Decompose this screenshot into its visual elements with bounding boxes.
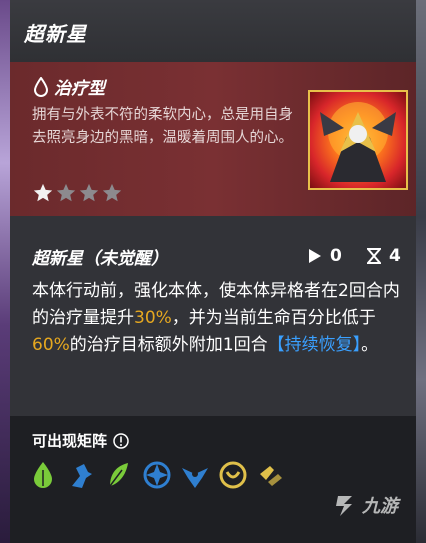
character-detail-panel: 超新星 治疗型 拥有与外表不符的柔软内心，总是用自身去照亮身边的黑暗，温暖着周围… xyxy=(10,0,416,543)
background-art-left xyxy=(0,0,10,543)
skill-name: 超新星（未觉醒） xyxy=(32,249,168,269)
star-empty-icon xyxy=(102,183,122,202)
shield-crest-icon[interactable] xyxy=(218,460,248,490)
background-art-right xyxy=(416,0,426,543)
skill-text-part: 。 xyxy=(361,335,379,355)
winged-emblem-icon[interactable] xyxy=(180,460,210,490)
type-label: 治疗型 xyxy=(54,79,105,99)
matrix-icon-list xyxy=(28,460,286,490)
skill-text-part: ，并为当前生命百分比低于 xyxy=(171,308,376,328)
matrix-footer: 可出现矩阵 xyxy=(10,416,416,543)
play-icon xyxy=(309,249,321,263)
star-empty-icon xyxy=(79,183,99,202)
watermark-logo-icon xyxy=(336,496,352,516)
character-card: 治疗型 拥有与外表不符的柔软内心，总是用自身去照亮身边的黑暗，温暖着周围人的心。 xyxy=(10,62,416,216)
hourglass-icon xyxy=(367,248,381,264)
heal-bonus-value: 30% xyxy=(134,308,172,328)
panel-header: 超新星 xyxy=(10,0,416,62)
leaf-drop-icon[interactable] xyxy=(28,460,58,490)
watermark: 九游 xyxy=(332,492,398,518)
portrait-art xyxy=(320,102,396,182)
page-title: 超新星 xyxy=(24,22,87,46)
matrix-title-row: 可出现矩阵 xyxy=(32,430,129,451)
star-empty-icon xyxy=(56,183,76,202)
cooldown-stat: 4 xyxy=(367,246,401,266)
hp-threshold-value: 60% xyxy=(32,335,70,355)
matrix-title: 可出现矩阵 xyxy=(32,432,108,450)
character-portrait[interactable] xyxy=(308,90,408,190)
skill-section: 超新星（未觉醒） 0 4 本体行动前，强化本体，使本体异格者在2回合内的治疗量提… xyxy=(10,216,416,416)
rarity-stars xyxy=(32,182,123,204)
scroll-icon[interactable] xyxy=(256,460,286,490)
info-icon[interactable] xyxy=(113,432,129,449)
play-stat: 0 xyxy=(308,246,342,266)
character-description: 拥有与外表不符的柔软内心，总是用自身去照亮身边的黑暗，温暖着周围人的心。 xyxy=(32,107,293,146)
watermark-text: 九游 xyxy=(362,496,398,517)
skill-description: 本体行动前，强化本体，使本体异格者在2回合内的治疗量提升30%，并为当前生命百分… xyxy=(32,278,404,359)
compass-star-icon[interactable] xyxy=(142,460,172,490)
runner-icon[interactable] xyxy=(66,460,96,490)
play-value: 0 xyxy=(330,246,342,266)
keyword-link[interactable]: 【持续恢复】 xyxy=(268,335,362,355)
type-row: 治疗型 xyxy=(32,74,105,99)
skill-text-part: 的治疗目标额外附加1回合 xyxy=(69,335,268,355)
cooldown-value: 4 xyxy=(389,246,401,266)
feather-icon[interactable] xyxy=(104,460,134,490)
water-drop-icon xyxy=(33,76,49,97)
star-filled-icon xyxy=(33,183,53,202)
